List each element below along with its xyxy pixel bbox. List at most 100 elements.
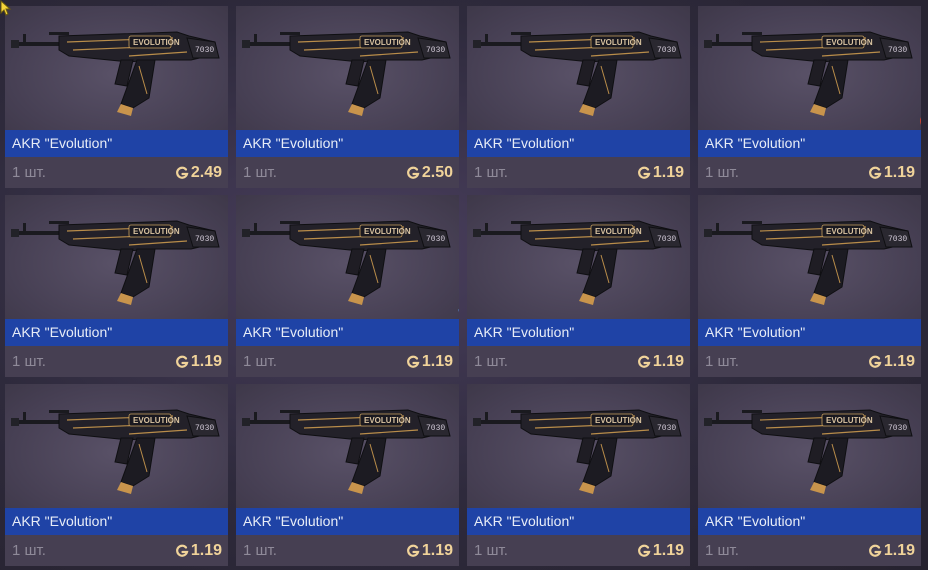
price-value: 1.19 [421, 353, 453, 370]
svg-text:EVOLUTION: EVOLUTION [595, 227, 642, 236]
item-footer: 1 шт. 1.19 [236, 535, 459, 566]
item-quantity: 1 шт. [243, 164, 277, 181]
flower-sticker-icon [226, 301, 228, 319]
svg-text:EVOLUTION: EVOLUTION [826, 227, 873, 236]
item-name: AKR "Evolution" [5, 130, 228, 157]
item-quantity: 1 шт. [474, 353, 508, 370]
item-price: 1.19 [406, 535, 453, 566]
rifle-icon: EVOLUTION 7030 [704, 409, 913, 494]
flower-sticker-icon [457, 490, 459, 508]
item-quantity: 1 шт. [12, 164, 46, 181]
rifle-icon: EVOLUTION 7030 [473, 409, 682, 494]
item-price: 1.19 [175, 346, 222, 377]
item-image: EVOLUTION 7030 [698, 195, 921, 319]
svg-text:EVOLUTION: EVOLUTION [364, 38, 411, 47]
item-image: EVOLUTION 7030 [236, 195, 459, 319]
skull-sticker-icon [920, 117, 921, 125]
svg-text:EVOLUTION: EVOLUTION [133, 38, 180, 47]
item-card[interactable]: EVOLUTION 7030 AKR "Evolution" 1 шт. [698, 6, 921, 188]
item-price: 2.50 [406, 157, 453, 188]
item-footer: 1 шт. 1.19 [5, 346, 228, 377]
rifle-icon: EVOLUTION 7030 [242, 220, 451, 305]
gold-currency-icon [637, 355, 651, 368]
item-card[interactable]: EVOLUTION 7030 AKR "Evolution" 1 шт. [698, 384, 921, 566]
item-card[interactable]: EVOLUTION 7030 AKR "Evolution" 1 шт. [5, 195, 228, 377]
svg-text:7030: 7030 [426, 424, 445, 433]
price-value: 1.19 [652, 164, 684, 181]
svg-text:EVOLUTION: EVOLUTION [364, 227, 411, 236]
svg-text:7030: 7030 [657, 424, 676, 433]
item-name: AKR "Evolution" [236, 130, 459, 157]
svg-text:7030: 7030 [888, 235, 907, 244]
flower-sticker-icon [688, 112, 690, 130]
svg-text:7030: 7030 [888, 46, 907, 55]
item-card[interactable]: EVOLUTION 7030 AKR "Evolution" 1 шт. [467, 6, 690, 188]
svg-text:7030: 7030 [195, 46, 214, 55]
item-name: AKR "Evolution" [236, 319, 459, 346]
item-card[interactable]: EVOLUTION 7030 AKR "Evolution" 1 шт. [236, 195, 459, 377]
svg-text:EVOLUTION: EVOLUTION [133, 227, 180, 236]
price-value: 1.19 [652, 542, 684, 559]
item-card[interactable]: EVOLUTION 7030 AKR "Evolution" 1 шт. [236, 6, 459, 188]
item-card[interactable]: EVOLUTION 7030 AKR "Evolution" 1 шт. [698, 195, 921, 377]
price-value: 1.19 [883, 542, 915, 559]
item-price: 1.19 [637, 157, 684, 188]
item-price: 1.19 [637, 535, 684, 566]
item-price: 1.19 [868, 346, 915, 377]
item-price: 1.19 [637, 346, 684, 377]
item-price: 1.19 [868, 535, 915, 566]
rifle-icon: EVOLUTION 7030 [11, 220, 220, 305]
item-image: EVOLUTION 7030 [698, 384, 921, 508]
item-name: AKR "Evolution" [467, 130, 690, 157]
svg-text:7030: 7030 [888, 424, 907, 433]
price-value: 1.19 [652, 353, 684, 370]
item-card[interactable]: EVOLUTION 7030 AKR "Evolution" 1 шт. [236, 384, 459, 566]
item-price: 2.49 [175, 157, 222, 188]
svg-text:7030: 7030 [657, 235, 676, 244]
butterfly-sticker-icon [226, 112, 228, 130]
item-card[interactable]: EVOLUTION 7030 AKR "Evolution" 1 шт. [467, 384, 690, 566]
price-value: 1.19 [883, 164, 915, 181]
item-footer: 1 шт. 1.19 [698, 535, 921, 566]
gold-currency-icon [406, 166, 420, 179]
item-footer: 1 шт. 1.19 [698, 346, 921, 377]
item-quantity: 1 шт. [474, 164, 508, 181]
item-price: 1.19 [868, 157, 915, 188]
svg-text:7030: 7030 [195, 424, 214, 433]
gold-currency-icon [868, 166, 882, 179]
item-footer: 1 шт. 2.50 [236, 157, 459, 188]
item-footer: 1 шт. 1.19 [5, 535, 228, 566]
price-value: 2.50 [421, 164, 453, 181]
gold-currency-icon [868, 544, 882, 557]
flower-sticker-icon [226, 490, 228, 508]
item-image: EVOLUTION 7030 [236, 384, 459, 508]
svg-text:EVOLUTION: EVOLUTION [133, 416, 180, 425]
item-image: EVOLUTION 7030 [5, 6, 228, 130]
item-image: EVOLUTION 7030 [5, 384, 228, 508]
item-footer: 1 шт. 1.19 [467, 157, 690, 188]
item-image: EVOLUTION 7030 [467, 384, 690, 508]
item-card[interactable]: EVOLUTION 7030 AKR "Evolution" 1 шт. [5, 6, 228, 188]
butterfly-sticker-icon [688, 490, 690, 508]
item-quantity: 1 шт. [705, 353, 739, 370]
wreath-sticker-icon [458, 307, 459, 313]
item-name: AKR "Evolution" [698, 508, 921, 535]
svg-text:EVOLUTION: EVOLUTION [595, 416, 642, 425]
item-footer: 1 шт. 1.19 [236, 346, 459, 377]
item-card[interactable]: EVOLUTION 7030 AKR "Evolution" 1 шт. [467, 195, 690, 377]
item-name: AKR "Evolution" [698, 319, 921, 346]
svg-text:7030: 7030 [657, 46, 676, 55]
flower-sticker-icon [919, 301, 921, 319]
gold-currency-icon [637, 166, 651, 179]
rifle-icon: EVOLUTION 7030 [473, 220, 682, 305]
item-quantity: 1 шт. [12, 542, 46, 559]
rifle-icon: EVOLUTION 7030 [704, 220, 913, 305]
gold-currency-icon [406, 355, 420, 368]
item-image: EVOLUTION 7030 [5, 195, 228, 319]
price-value: 1.19 [421, 542, 453, 559]
item-card[interactable]: EVOLUTION 7030 AKR "Evolution" 1 шт. [5, 384, 228, 566]
item-footer: 1 шт. 1.19 [467, 535, 690, 566]
item-footer: 1 шт. 1.19 [467, 346, 690, 377]
item-image: EVOLUTION 7030 [467, 195, 690, 319]
price-value: 1.19 [190, 542, 222, 559]
